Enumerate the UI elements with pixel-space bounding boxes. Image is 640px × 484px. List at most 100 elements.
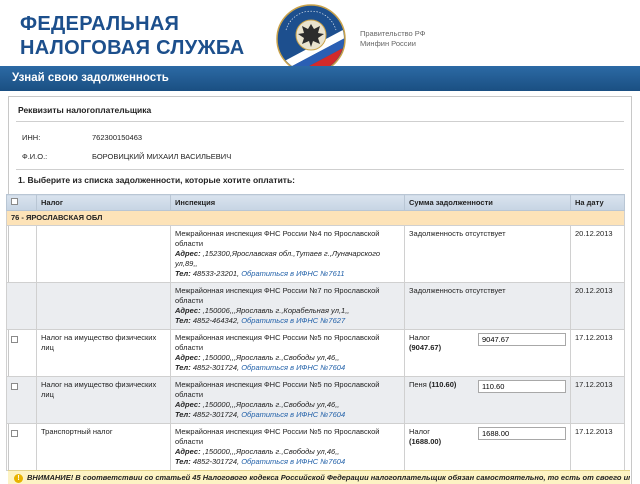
row-tax-name: Налог на имущество физических лиц — [36, 329, 171, 377]
debts-table: Налог Инспекция Сумма задолженности На д… — [6, 194, 625, 471]
table-row: Налог на имущество физических лиц Межрай… — [6, 329, 625, 377]
row-select-cell[interactable] — [6, 376, 37, 424]
table-row: Межрайонная инспекция ФНС России №4 по Я… — [6, 225, 625, 283]
inspection-name: Межрайонная инспекция ФНС России №7 по Я… — [175, 286, 380, 305]
phone-label: Тел: — [175, 316, 191, 325]
payment-amount-input[interactable] — [478, 333, 566, 346]
address-value: ,150000,,,Ярославль г.,Свободы ул,46,, — [200, 353, 340, 362]
region-row: 76 - ЯРОСЛАВСКАЯ ОБЛ — [6, 210, 625, 226]
page-title-bar: Узнай свою задолженность — [0, 66, 640, 91]
address-label: Адрес: — [175, 306, 201, 315]
contact-ifns-link[interactable]: Обратиться в ИФНС №7604 — [241, 457, 345, 466]
sum-amount: (1688.00) — [409, 437, 442, 446]
logo-line-2: НАЛОГОВАЯ СЛУЖБА — [20, 37, 245, 59]
fio-label: Ф.И.О.: — [22, 152, 48, 161]
region-name: 76 - ЯРОСЛАВСКАЯ ОБЛ — [6, 210, 625, 226]
phone-label: Тел: — [175, 410, 191, 419]
contact-ifns-link[interactable]: Обратиться в ИФНС №7611 — [241, 269, 344, 278]
address-label: Адрес: — [175, 400, 201, 409]
address-value: ,152300,Ярославская обл.,Тутаев г.,Лунач… — [175, 249, 380, 268]
contact-ifns-link[interactable]: Обратиться в ИФНС №7604 — [241, 410, 345, 419]
row-inspection: Межрайонная инспекция ФНС России №7 по Я… — [170, 282, 405, 330]
divider — [16, 169, 624, 170]
row-sum: Налог (9047.67) — [404, 329, 571, 377]
address-label: Адрес: — [175, 353, 201, 362]
phone-label: Тел: — [175, 363, 191, 372]
contact-ifns-link[interactable]: Обратиться в ИФНС №7604 — [241, 363, 345, 372]
row-date: 17.12.2013 — [570, 423, 625, 471]
address-label: Адрес: — [175, 447, 201, 456]
row-tax-name: Транспортный налог — [36, 423, 171, 471]
row-date: 20.12.2013 — [570, 225, 625, 283]
phone-value: 4852-301724, — [190, 410, 240, 419]
sum-amount: (110.60) — [428, 380, 457, 389]
row-inspection: Межрайонная инспекция ФНС России №5 по Я… — [170, 329, 405, 377]
fio-value: БОРОВИЦКИЙ МИХАИЛ ВАСИЛЬЕВИЧ — [92, 152, 232, 161]
warning-banner: ! ВНИМАНИЕ! В соответствии со статьей 45 … — [8, 470, 630, 484]
col-header-tax: Налог — [36, 194, 171, 211]
contact-ifns-link[interactable]: Обратиться в ИФНС №7627 — [241, 316, 345, 325]
row-checkbox[interactable] — [11, 430, 18, 437]
row-inspection: Межрайонная инспекция ФНС России №4 по Я… — [170, 225, 405, 283]
inspection-name: Межрайонная инспекция ФНС России №5 по Я… — [175, 333, 380, 352]
table-header-row: Налог Инспекция Сумма задолженности На д… — [6, 194, 625, 211]
row-inspection: Межрайонная инспекция ФНС России №5 по Я… — [170, 423, 405, 471]
address-label: Адрес: — [175, 249, 201, 258]
phone-value: 4852-301724, — [190, 363, 240, 372]
row-tax-name: Налог на имущество физических лиц — [36, 376, 171, 424]
taxpayer-heading: Реквизиты налогоплательщика — [18, 105, 152, 115]
address-value: ,150006,,,Ярославль г.,Корабельная ул,1,… — [200, 306, 350, 315]
table-row: Транспортный налог Межрайонная инспекция… — [6, 423, 625, 471]
divider — [16, 121, 624, 122]
inspection-name: Межрайонная инспекция ФНС России №5 по Я… — [175, 380, 380, 399]
row-sum: Задолженность отсутствует — [404, 282, 571, 330]
warning-icon: ! — [14, 474, 23, 483]
phone-label: Тел: — [175, 457, 191, 466]
phone-value: 4852-464342, — [190, 316, 240, 325]
row-select-cell — [6, 225, 37, 283]
inspection-name: Межрайонная инспекция ФНС России №5 по Я… — [175, 427, 380, 446]
table-row: Налог на имущество физических лиц Межрай… — [6, 376, 625, 424]
row-sum: Задолженность отсутствует — [404, 225, 571, 283]
phone-label: Тел: — [175, 269, 191, 278]
payment-amount-input[interactable] — [478, 380, 566, 393]
select-all-checkbox[interactable] — [11, 198, 18, 205]
col-header-inspection: Инспекция — [170, 194, 405, 211]
sum-type: Пеня — [409, 380, 427, 389]
gov-line-2: Минфин России — [360, 39, 416, 48]
row-date: 17.12.2013 — [570, 329, 625, 377]
sum-amount: (9047.67) — [409, 343, 442, 352]
table-row: Межрайонная инспекция ФНС России №7 по Я… — [6, 282, 625, 330]
row-checkbox[interactable] — [11, 383, 18, 390]
logo-line-1: ФЕДЕРАЛЬНАЯ — [20, 13, 180, 35]
row-select-cell[interactable] — [6, 329, 37, 377]
row-sum: Пеня (110.60) — [404, 376, 571, 424]
inn-label: ИНН: — [22, 133, 41, 142]
warning-text: ВНИМАНИЕ! В соответствии со статьей 45 Н… — [27, 473, 630, 482]
fns-logo-text[interactable]: ФЕДЕРАЛЬНАЯ НАЛОГОВАЯ СЛУЖБА — [20, 12, 245, 60]
gov-line-1: Правительство РФ — [360, 29, 426, 38]
page-title: Узнай свою задолженность — [12, 72, 169, 84]
row-tax-name — [36, 225, 171, 283]
row-checkbox[interactable] — [11, 336, 18, 343]
inspection-name: Межрайонная инспекция ФНС России №4 по Я… — [175, 229, 380, 248]
step-1-heading: 1. Выберите из списка задолженности, кот… — [18, 175, 296, 185]
government-caption: Правительство РФ Минфин России — [360, 29, 425, 49]
row-select-cell — [6, 282, 37, 330]
payment-amount-input[interactable] — [478, 427, 566, 440]
sum-type: Налог — [409, 427, 430, 436]
row-date: 20.12.2013 — [570, 282, 625, 330]
row-select-cell[interactable] — [6, 423, 37, 471]
row-sum: Налог (1688.00) — [404, 423, 571, 471]
address-value: ,150000,,,Ярославль г.,Свободы ул,46,, — [200, 447, 340, 456]
site-header: ФЕДЕРАЛЬНАЯ НАЛОГОВАЯ СЛУЖБА Правительст… — [0, 0, 640, 74]
col-header-sum: Сумма задолженности — [404, 194, 571, 211]
select-all-cell[interactable] — [6, 194, 37, 211]
fns-eagle-emblem-icon — [276, 4, 346, 74]
sum-type: Налог — [409, 333, 430, 342]
row-tax-name — [36, 282, 171, 330]
row-inspection: Межрайонная инспекция ФНС России №5 по Я… — [170, 376, 405, 424]
inn-value: 762300150463 — [92, 133, 143, 142]
phone-value: 4852-301724, — [190, 457, 240, 466]
row-date: 17.12.2013 — [570, 376, 625, 424]
